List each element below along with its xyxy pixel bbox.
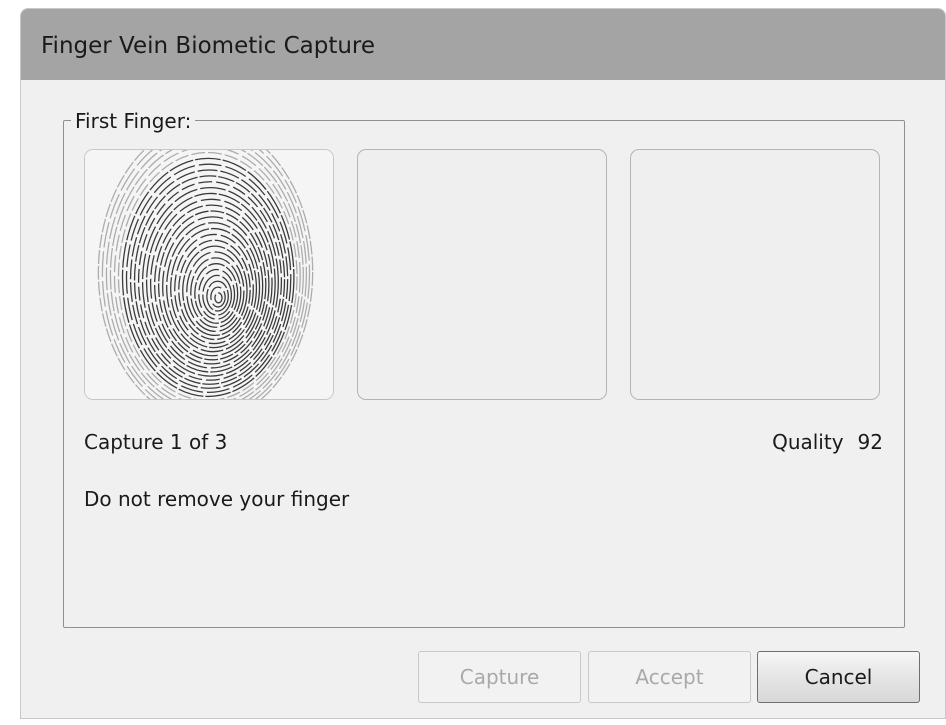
quality-label: Quality	[772, 430, 844, 454]
instruction-text: Do not remove your finger	[84, 487, 350, 511]
groupbox-label: First Finger:	[71, 109, 196, 133]
capture-slot-1	[84, 149, 334, 400]
accept-button[interactable]: Accept	[588, 651, 751, 703]
fingerprint-image	[85, 150, 333, 399]
capture-slot-3	[630, 149, 880, 400]
capture-button[interactable]: Capture	[418, 651, 581, 703]
window-title: Finger Vein Biometic Capture	[41, 33, 376, 59]
capture-slot-2	[357, 149, 607, 400]
capture-progress-text: Capture 1 of 3	[84, 430, 228, 454]
title-bar: Finger Vein Biometic Capture	[21, 9, 945, 80]
capture-dialog: Finger Vein Biometic Capture First Finge…	[20, 8, 946, 719]
cancel-button[interactable]: Cancel	[757, 651, 920, 703]
quality-readout: Quality 92	[772, 430, 883, 454]
quality-value: 92	[857, 430, 883, 454]
